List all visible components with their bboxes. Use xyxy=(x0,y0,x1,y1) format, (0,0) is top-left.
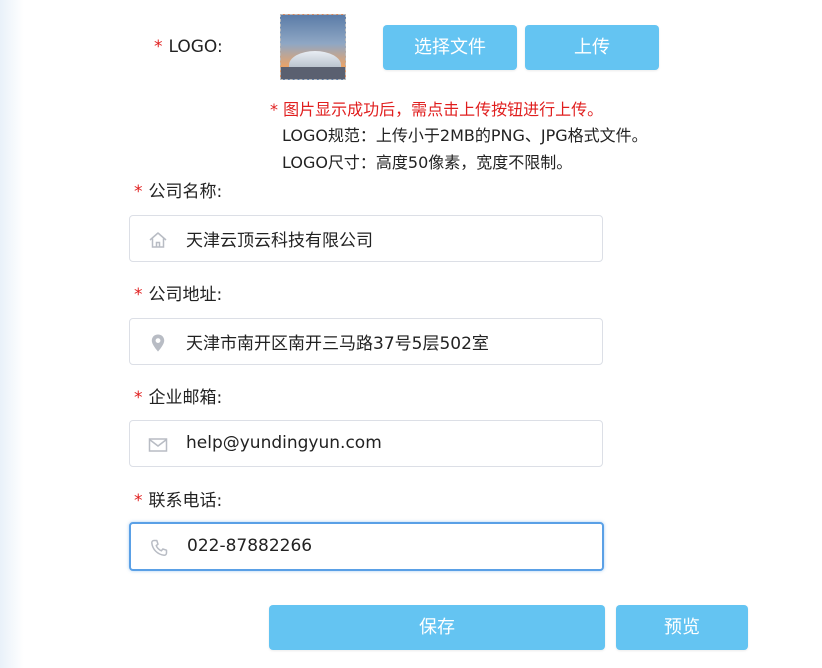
home-icon xyxy=(149,232,167,248)
left-edge-glow xyxy=(0,0,24,668)
company-address-label: 公司地址: xyxy=(148,285,223,305)
company-settings-form: * LOGO: 选择文件 上传 * 图片显示成功后，需点击上传按钮进行上传。 LO… xyxy=(0,0,822,668)
company-name-field[interactable] xyxy=(129,215,603,262)
phone-icon xyxy=(151,539,168,556)
choose-file-button[interactable]: 选择文件 xyxy=(383,25,517,70)
company-email-label-row: * 企业邮箱: xyxy=(134,383,222,408)
logo-size-spec: LOGO尺寸：高度50像素，宽度不限制。 xyxy=(282,153,573,172)
logo-preview-image xyxy=(280,14,346,80)
mail-icon xyxy=(148,438,168,452)
company-name-label-row: * 公司名称: xyxy=(134,177,222,202)
upload-button[interactable]: 上传 xyxy=(525,25,659,70)
upload-notice: * 图片显示成功后，需点击上传按钮进行上传。 xyxy=(270,100,604,119)
required-mark: * xyxy=(134,182,143,202)
logo-format-spec: LOGO规范：上传小于2MB的PNG、JPG格式文件。 xyxy=(282,126,648,145)
company-email-input[interactable] xyxy=(186,433,586,453)
contact-phone-label: 联系电话: xyxy=(148,491,223,511)
required-mark: * xyxy=(154,37,163,57)
preview-button[interactable]: 预览 xyxy=(616,605,748,650)
company-address-label-row: * 公司地址: xyxy=(134,280,222,305)
logo-label-row: * LOGO: xyxy=(154,37,223,57)
required-mark: * xyxy=(134,285,143,305)
company-email-field[interactable] xyxy=(129,420,603,467)
required-mark: * xyxy=(134,388,143,408)
company-name-label: 公司名称: xyxy=(148,182,223,202)
required-mark: * xyxy=(134,491,143,511)
contact-phone-label-row: * 联系电话: xyxy=(134,486,222,511)
company-name-input[interactable] xyxy=(186,228,586,248)
contact-phone-field[interactable] xyxy=(129,522,604,571)
logo-image-ground xyxy=(281,67,345,79)
company-address-field[interactable] xyxy=(129,318,603,365)
logo-label: LOGO: xyxy=(168,37,223,57)
save-button[interactable]: 保存 xyxy=(269,605,605,650)
company-address-input[interactable] xyxy=(186,331,586,351)
location-pin-icon xyxy=(151,334,165,352)
company-email-label: 企业邮箱: xyxy=(148,388,223,408)
contact-phone-input[interactable] xyxy=(187,536,587,556)
